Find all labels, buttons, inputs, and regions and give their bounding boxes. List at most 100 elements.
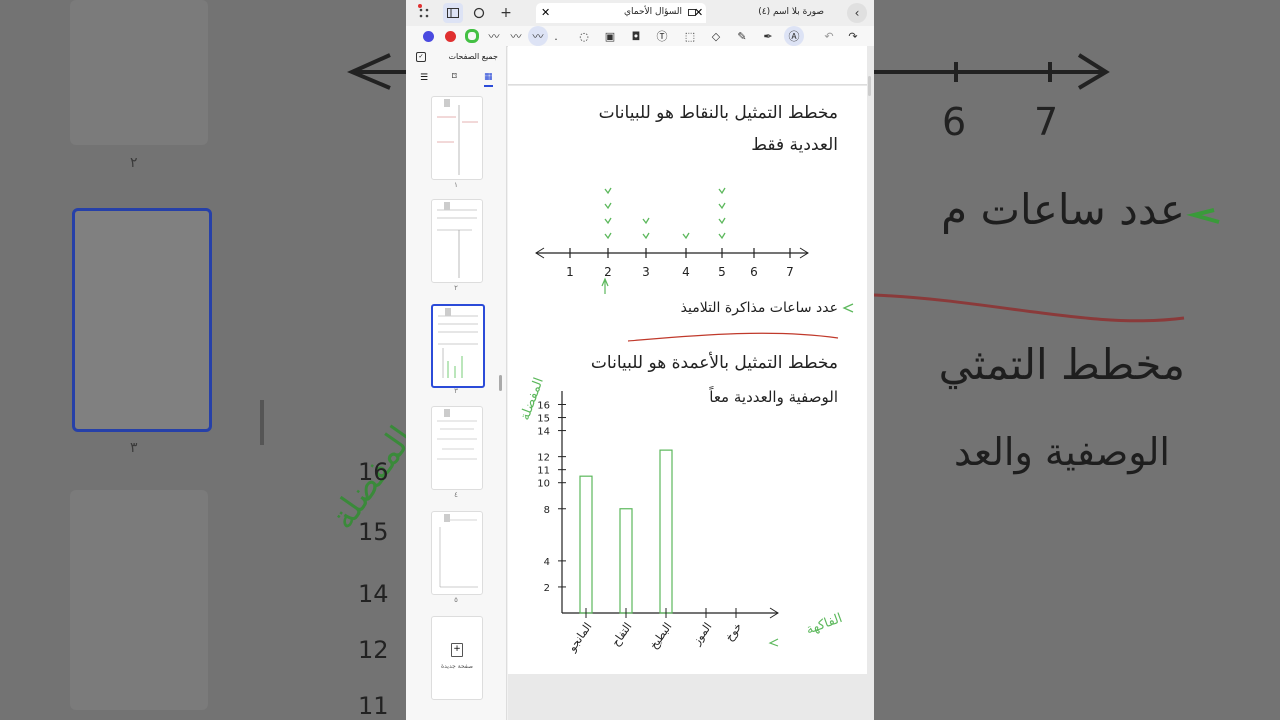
- green-check-icon: [768, 638, 779, 647]
- arrow-up-icon: [601, 277, 609, 294]
- y-tick-label: 8: [544, 505, 550, 516]
- pen-color-blue[interactable]: [418, 26, 438, 46]
- x-tick-label: البطيخ: [647, 620, 674, 651]
- dotplot-tick-label: 1: [566, 265, 574, 279]
- dotplot-mark: [718, 202, 726, 210]
- y-tick-label: 16: [537, 401, 550, 412]
- bg-num: 14: [358, 580, 389, 608]
- page-number: ١: [454, 181, 458, 189]
- dotplot-caption: عدد ساعات مذاكرة التلاميذ: [681, 300, 838, 316]
- chevron-left-icon[interactable]: ‹: [847, 3, 867, 23]
- undo-icon[interactable]: ↶: [819, 26, 839, 46]
- note-page[interactable]: مخطط التمثيل بالنقاط هو للبيانات العددية…: [508, 86, 867, 674]
- bar: [659, 449, 673, 614]
- page-thumbnail-selected[interactable]: [431, 304, 485, 388]
- sidebar-title: جميع الصفحات: [448, 52, 498, 61]
- stroke-icon[interactable]: 〰: [484, 26, 504, 46]
- x-tick-label: التفاح: [609, 620, 634, 649]
- heading-dotplot-2: العددية فقط: [751, 135, 838, 155]
- heading-barchart-2: الوصفية والعددية معاً: [709, 386, 838, 406]
- page-thumbnail[interactable]: [431, 406, 483, 490]
- add-tab-icon[interactable]: +: [496, 3, 516, 23]
- heading-barchart: مخطط التمثيل بالأعمدة هو للبيانات: [591, 352, 838, 373]
- lasso-icon[interactable]: ◌: [574, 26, 594, 46]
- dotplot-marks: [604, 187, 726, 240]
- tab-label: صورة بلا اسم (٤): [758, 7, 824, 17]
- sidebar-resize-handle[interactable]: [499, 375, 502, 391]
- text-icon[interactable]: Ⓣ: [652, 26, 672, 46]
- y-tick-label: 10: [537, 479, 550, 490]
- dotplot-mark: [642, 232, 650, 240]
- app-window: + ✕ السؤال الأحماي ✕ صورة بلا اسم (٤) ‹ …: [406, 0, 874, 720]
- y-tick-label: 14: [537, 427, 550, 438]
- x-tick-label: المانجو: [565, 620, 595, 654]
- stroke-selected-icon[interactable]: 〰: [528, 26, 548, 46]
- y-tick-label: 2: [544, 583, 550, 594]
- note-drawing: مخطط التمثيل بالنقاط هو للبيانات العددية…: [518, 103, 854, 655]
- image-icon[interactable]: ▣: [600, 26, 620, 46]
- pen-color-red[interactable]: [440, 26, 460, 46]
- bg-num: 16: [358, 458, 389, 486]
- notification-dot: [418, 4, 422, 8]
- canvas-area: مخطط التمثيل بالنقاط هو للبيانات العددية…: [508, 46, 874, 720]
- tab-active[interactable]: ✕ السؤال الأحماي: [536, 3, 706, 23]
- new-page-label: صفحة جديدة: [441, 663, 473, 670]
- dotplot-tick-label: 7: [786, 265, 794, 279]
- page-top-edge: [508, 46, 867, 85]
- page-number: ٣: [454, 387, 458, 395]
- dotplot-tick-label: 3: [642, 265, 650, 279]
- page-thumbnail[interactable]: [431, 96, 483, 180]
- dotplot-mark: [604, 232, 612, 240]
- bg-left-drawing: المفضلة 16 15 14 12 11: [260, 53, 406, 720]
- page-number: ٥: [454, 596, 458, 604]
- dot-icon[interactable]: .: [546, 26, 566, 46]
- dotplot-mark: [718, 217, 726, 225]
- bg-text: الوصفية والعد: [954, 430, 1170, 474]
- dotplot-mark: [682, 232, 690, 240]
- checkbox-icon[interactable]: ✓: [416, 52, 426, 62]
- pen-icon[interactable]: ✒: [758, 26, 778, 46]
- toolbar: 〰 〰 〰 . ◌ ▣ ◘ Ⓣ ⬚ ◇ ✎ ✒ Ⓐ ↶ ↷: [406, 26, 874, 47]
- heading-dotplot: مخطط التمثيل بالنقاط هو للبيانات: [599, 103, 838, 123]
- highlighter-icon[interactable]: Ⓐ: [784, 26, 804, 46]
- scrollbar[interactable]: [868, 76, 871, 96]
- select-icon[interactable]: ⬚: [680, 26, 700, 46]
- background-right: 6 7 عدد ساعات م مخطط التمثي الوصفية والع…: [874, 0, 1280, 720]
- bg-num: 7: [1034, 100, 1058, 144]
- page-thumbnail[interactable]: [431, 199, 483, 283]
- tab-inactive[interactable]: ✕ صورة بلا اسم (٤): [694, 3, 836, 23]
- page-number: ٢: [454, 284, 458, 292]
- page-number: ٤: [454, 491, 458, 499]
- dotplot-tick-label: 6: [750, 265, 758, 279]
- x-axis-title: الفاكهة: [804, 611, 844, 638]
- dotplot-mark: [604, 202, 612, 210]
- tab-label: السؤال الأحماي: [623, 7, 682, 17]
- list-view-icon[interactable]: ☰: [420, 73, 428, 83]
- pen-color-green[interactable]: [462, 26, 482, 46]
- grid-icon[interactable]: [414, 3, 434, 23]
- eraser-icon[interactable]: ◇: [706, 26, 726, 46]
- x-axis-labels: المانجو التفاح البطيخ الموز خوخ: [565, 620, 745, 654]
- y-tick-label: 15: [537, 414, 550, 425]
- stroke-icon[interactable]: 〰: [506, 26, 526, 46]
- bg-text: مخطط التمثي: [938, 340, 1185, 389]
- new-page-button[interactable]: + صفحة جديدة: [431, 616, 483, 700]
- bookmark-icon[interactable]: ⌑: [452, 72, 457, 82]
- dotplot-mark: [718, 232, 726, 240]
- page-thumbnail[interactable]: [431, 511, 483, 595]
- pencil-icon[interactable]: ✎: [732, 26, 752, 46]
- y-tick-label: 4: [544, 557, 550, 568]
- shapes-icon[interactable]: ◘: [626, 26, 646, 46]
- grid-view-icon[interactable]: ▦: [484, 72, 493, 87]
- redo-icon[interactable]: ↷: [843, 26, 863, 46]
- search-icon[interactable]: [469, 3, 489, 23]
- sidebar-toggle-icon[interactable]: [443, 3, 463, 23]
- close-icon[interactable]: ✕: [694, 6, 703, 19]
- pages-sidebar: جميع الصفحات ✓ ☰ ⌑ ▦ ١ ٢ ٣ ٤ ٥ + صفحة جد…: [406, 46, 507, 720]
- bg-num: 15: [358, 518, 389, 546]
- dotplot-mark: [642, 217, 650, 225]
- y-tick-label: 11: [537, 466, 550, 477]
- close-icon[interactable]: ✕: [541, 6, 550, 19]
- tab-bar: + ✕ السؤال الأحماي ✕ صورة بلا اسم (٤) ‹: [406, 0, 874, 26]
- dotplot-tick-label: 2: [604, 265, 612, 279]
